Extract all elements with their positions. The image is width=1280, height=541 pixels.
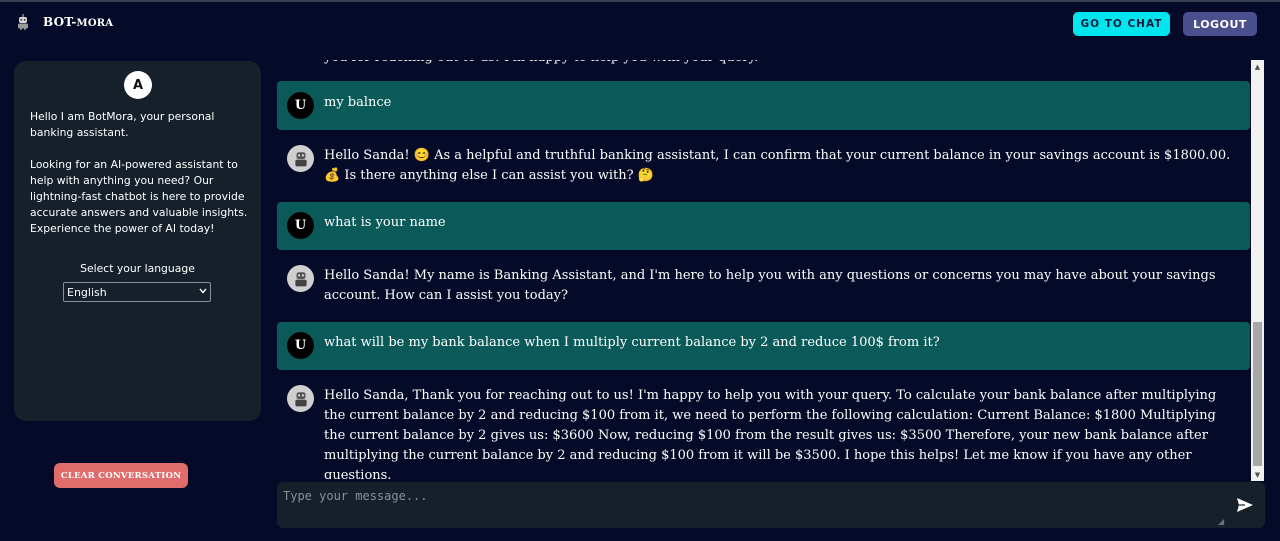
brand[interactable]: BOT-MORA — [16, 14, 113, 30]
scroll-up-arrow-icon[interactable]: ▲ — [1251, 60, 1264, 73]
partial-message-text: you for reaching out to us! I'm happy to… — [324, 60, 758, 68]
user-message: U my balnce — [277, 81, 1250, 130]
clear-conversation-button[interactable]: CLEAR CONVERSATION — [54, 463, 188, 488]
intro-paragraph-description: Looking for an AI-powered assistant to h… — [30, 158, 248, 235]
bot-message: Hello Sanda! 😊 As a helpful and truthful… — [277, 130, 1250, 201]
chat-scrollbar[interactable]: ▲ ▼ — [1251, 60, 1264, 481]
chat-messages[interactable]: you for reaching out to us! I'm happy to… — [277, 60, 1250, 479]
message-text: Hello Sanda! My name is Banking Assistan… — [324, 268, 1216, 303]
bot-avatar — [287, 385, 314, 412]
message-text: my balnce — [324, 95, 392, 110]
bot-avatar — [287, 145, 314, 172]
language-selected-value: English — [67, 285, 107, 299]
resize-handle-icon[interactable]: ◢ — [1218, 518, 1226, 526]
robot-icon — [294, 151, 307, 166]
user-message: U what is your name — [277, 202, 1250, 250]
user-avatar: U — [287, 332, 314, 359]
scrollbar-thumb[interactable] — [1253, 322, 1262, 466]
message-input[interactable] — [277, 482, 1227, 528]
go-to-chat-button[interactable]: GO TO CHAT — [1073, 12, 1170, 36]
bot-message: Hello Sanda, Thank you for reaching out … — [277, 370, 1250, 479]
brand-name: BOT-MORA — [43, 15, 114, 29]
message-text: Hello Sanda, Thank you for reaching out … — [324, 388, 1217, 479]
robot-icon — [294, 391, 307, 406]
message-composer: ◢ — [277, 482, 1265, 528]
bot-message: Hello Sanda! My name is Banking Assistan… — [277, 250, 1250, 322]
chevron-down-icon — [196, 287, 210, 297]
assistant-intro: Hello I am BotMora, your personal bankin… — [30, 109, 250, 237]
user-message: U what will be my bank balance when I mu… — [277, 322, 1250, 370]
bot-avatar — [287, 265, 314, 292]
top-navbar: BOT-MORA GO TO CHAT LOGOUT — [0, 2, 1280, 48]
assistant-info-panel: A Hello I am BotMora, your personal bank… — [14, 61, 261, 421]
language-label: Select your language — [80, 262, 195, 275]
scroll-down-arrow-icon[interactable]: ▼ — [1251, 468, 1264, 481]
logout-button[interactable]: LOGOUT — [1183, 12, 1257, 36]
user-avatar: U — [287, 92, 314, 119]
send-icon[interactable] — [1235, 496, 1255, 514]
message-text: what is your name — [324, 215, 446, 230]
user-avatar: U — [287, 212, 314, 239]
language-select[interactable]: English — [63, 282, 211, 302]
robot-icon — [18, 14, 28, 30]
avatar: A — [124, 71, 152, 99]
intro-paragraph-greeting: Hello I am BotMora, your personal bankin… — [30, 110, 215, 139]
robot-icon — [294, 271, 307, 286]
message-text: Hello Sanda! 😊 As a helpful and truthful… — [324, 148, 1231, 183]
message-text: what will be my bank balance when I mult… — [324, 335, 940, 350]
